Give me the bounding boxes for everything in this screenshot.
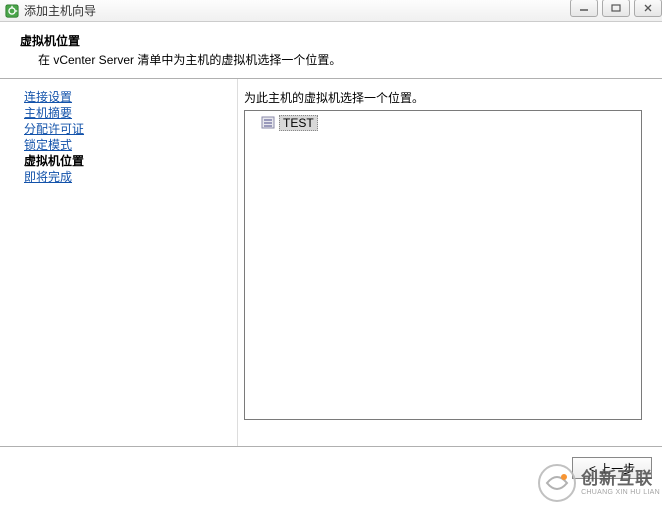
watermark: 创新互联 CHUANG XIN HU LIAN — [537, 463, 660, 503]
sidebar-item-ready[interactable]: 即将完成 — [24, 169, 237, 185]
sidebar-item-license[interactable]: 分配许可证 — [24, 121, 237, 137]
minimize-button[interactable] — [570, 0, 598, 17]
watermark-cn: 创新互联 — [581, 470, 660, 489]
app-icon — [4, 3, 20, 19]
maximize-button[interactable] — [602, 0, 630, 17]
wizard-steps-sidebar: 连接设置 主机摘要 分配许可证 锁定模式 虚拟机位置 即将完成 — [0, 79, 238, 446]
page-header: 虚拟机位置 在 vCenter Server 清单中为主机的虚拟机选择一个位置。 — [0, 22, 662, 79]
sidebar-item-host-summary[interactable]: 主机摘要 — [24, 105, 237, 121]
location-tree[interactable]: TEST — [244, 110, 642, 420]
content-area: 为此主机的虚拟机选择一个位置。 TEST — [238, 79, 662, 446]
tree-item[interactable]: TEST — [249, 115, 637, 131]
sidebar-item-connection[interactable]: 连接设置 — [24, 89, 237, 105]
watermark-text: 创新互联 CHUANG XIN HU LIAN — [581, 470, 660, 496]
titlebar: 添加主机向导 — [0, 0, 662, 22]
watermark-en: CHUANG XIN HU LIAN — [581, 489, 660, 497]
main-area: 连接设置 主机摘要 分配许可证 锁定模式 虚拟机位置 即将完成 为此主机的虚拟机… — [0, 79, 662, 446]
tree-item-label: TEST — [279, 115, 318, 131]
datacenter-icon — [261, 116, 277, 130]
close-button[interactable] — [634, 0, 662, 17]
window-controls — [566, 0, 662, 17]
window-title: 添加主机向导 — [24, 2, 96, 19]
watermark-logo-icon — [537, 463, 577, 503]
page-subtitle: 在 vCenter Server 清单中为主机的虚拟机选择一个位置。 — [20, 51, 642, 68]
sidebar-item-lockdown[interactable]: 锁定模式 — [24, 137, 237, 153]
content-label: 为此主机的虚拟机选择一个位置。 — [244, 89, 642, 106]
page-title: 虚拟机位置 — [20, 32, 642, 49]
sidebar-item-vm-location[interactable]: 虚拟机位置 — [24, 153, 237, 169]
